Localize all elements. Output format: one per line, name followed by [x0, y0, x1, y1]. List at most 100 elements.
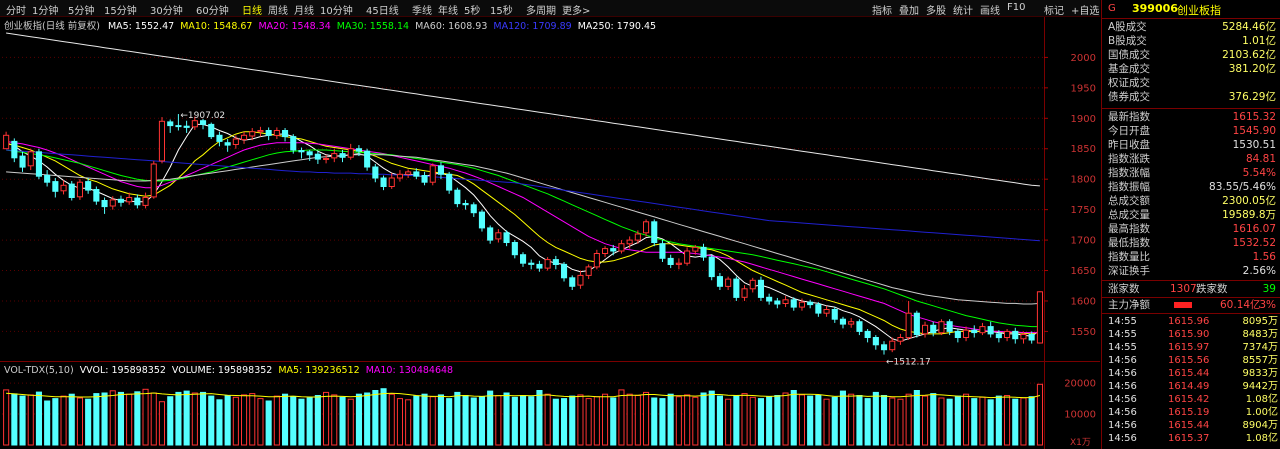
candle-body: [905, 312, 912, 339]
toolbar-button[interactable]: +自选: [1071, 2, 1099, 17]
market-row-value: 376.29亿: [1228, 91, 1276, 103]
group-badge: G: [1108, 3, 1116, 14]
volume-bar: [692, 396, 699, 446]
candle-body: [347, 148, 354, 158]
period-tab[interactable]: 分时: [6, 2, 26, 17]
volume-bar: [437, 394, 444, 446]
tick-time: 14:56: [1108, 355, 1137, 366]
period-tab[interactable]: 30分钟: [150, 2, 183, 17]
candle-body: [314, 153, 321, 160]
breadth-row: 涨家数 1307 跌家数 39: [1108, 283, 1278, 295]
volume-bar: [930, 393, 937, 446]
tick-volume: 8557万: [1242, 355, 1278, 366]
period-tab[interactable]: 月线: [294, 2, 314, 17]
volume-bar: [19, 395, 26, 446]
quote-row: 最低指数 1532.52: [1108, 237, 1278, 249]
period-tab[interactable]: 10分钟: [320, 2, 353, 17]
period-tab[interactable]: 多周期: [526, 2, 556, 17]
tick-row[interactable]: 14:55 1615.96 8095万: [1108, 316, 1280, 328]
candle-body: [85, 181, 92, 191]
candle-body: [954, 330, 961, 338]
quote-row: 昨日收盘 1530.51: [1108, 139, 1278, 151]
legend-item: MA10: 1548.67: [180, 21, 253, 32]
period-tab[interactable]: 1分钟: [32, 2, 58, 17]
volume-bar: [208, 395, 215, 446]
candle-body: [930, 324, 937, 334]
main-flow-bar: [1174, 302, 1192, 308]
tick-price: 1615.56: [1168, 355, 1210, 366]
period-tab[interactable]: 日线: [242, 2, 262, 17]
price-tick-label: 2000: [1071, 53, 1096, 64]
quote-row: 指数涨跌 84.81: [1108, 153, 1278, 165]
tick-row[interactable]: 14:55 1615.90 8483万: [1108, 329, 1280, 341]
candle-body: [725, 278, 732, 287]
period-tab[interactable]: 45日线: [366, 2, 399, 17]
tick-row[interactable]: 14:56 1615.44 8904万: [1108, 420, 1280, 432]
quote-row: 总成交量 19589.8万: [1108, 209, 1278, 221]
toolbar-button[interactable]: F10: [1007, 2, 1025, 13]
market-row-value: 1.01亿: [1242, 35, 1276, 47]
tick-volume: 7374万: [1242, 342, 1278, 353]
candle-body: [889, 340, 896, 351]
legend-item: MA120: 1709.89: [493, 21, 572, 32]
volume-bar: [44, 400, 51, 446]
volume-bar: [11, 393, 18, 446]
legend-item: MA5: 139236512: [278, 365, 360, 376]
volume-bar: [979, 396, 986, 446]
period-tab[interactable]: 60分钟: [196, 2, 229, 17]
period-tab[interactable]: 5秒: [464, 2, 480, 17]
tick-row[interactable]: 14:56 1615.44 9833万: [1108, 368, 1280, 380]
volume-bar: [487, 390, 494, 446]
legend-item: MA20: 1548.34: [258, 21, 331, 32]
toolbar-button[interactable]: 标记: [1044, 2, 1064, 17]
candle-body: [3, 134, 10, 150]
volume-bar: [905, 393, 912, 446]
volume-bar: [27, 394, 34, 446]
period-tab[interactable]: 5分钟: [68, 2, 94, 17]
tick-row[interactable]: 14:56 1615.56 8557万: [1108, 355, 1280, 367]
market-row-label: 权证成交: [1108, 77, 1150, 89]
toolbar-button[interactable]: 统计: [953, 2, 973, 17]
candle-body: [380, 177, 387, 187]
candle-body: [60, 184, 67, 192]
price-tick-label: 1850: [1071, 144, 1096, 155]
volume-bar: [995, 395, 1002, 446]
period-tab[interactable]: 15秒: [490, 2, 513, 17]
candle-body: [339, 153, 346, 158]
tick-row[interactable]: 14:56 1615.37 1.08亿: [1108, 433, 1280, 445]
candle-body: [881, 344, 888, 351]
tick-row[interactable]: 14:56 1614.49 9442万: [1108, 381, 1280, 393]
tick-price: 1615.44: [1168, 368, 1210, 379]
period-tab[interactable]: 15分钟: [104, 2, 137, 17]
volume-bar: [511, 396, 518, 446]
volume-bar: [470, 397, 477, 446]
toolbar-button[interactable]: 叠加: [899, 2, 919, 17]
tick-price: 1614.49: [1168, 381, 1210, 392]
period-tab[interactable]: 年线: [438, 2, 458, 17]
toolbar-button[interactable]: 画线: [980, 2, 1000, 17]
tick-row[interactable]: 14:56 1615.42 1.08亿: [1108, 394, 1280, 406]
candle-body: [372, 166, 379, 179]
quote-row-value: 1616.07: [1232, 223, 1276, 235]
volume-bar: [273, 395, 280, 446]
period-tab[interactable]: 更多>: [562, 2, 590, 17]
tick-row[interactable]: 14:56 1615.19 1.00亿: [1108, 407, 1280, 419]
quote-row-label: 指数涨跌: [1108, 153, 1150, 165]
quote-row-value: 2.56%: [1242, 265, 1276, 277]
volume-legend: VOL-TDX(5,10) VVOL: 195898352 VOLUME: 1958…: [4, 365, 459, 377]
legend-title: 创业板指(日线 前复权): [4, 21, 100, 32]
index-name: 创业板指: [1177, 4, 1221, 17]
period-tab[interactable]: 周线: [268, 2, 288, 17]
volume-bar: [1004, 395, 1011, 446]
tick-row[interactable]: 14:55 1615.97 7374万: [1108, 342, 1280, 354]
period-tab[interactable]: 季线: [412, 2, 432, 17]
quote-row-value: 1.56: [1252, 251, 1276, 263]
toolbar-button[interactable]: 多股: [926, 2, 946, 17]
candle-body: [692, 246, 699, 252]
candle-body: [1004, 330, 1011, 338]
market-row: 基金成交 381.20亿: [1108, 63, 1278, 75]
kline-chart[interactable]: 20000 10000 X1万 2000 1950 1900 1850 1800 1750 17…: [0, 0, 1100, 449]
candle-body: [405, 171, 412, 175]
toolbar-button[interactable]: 指标: [872, 2, 892, 17]
candle-body: [528, 262, 535, 265]
